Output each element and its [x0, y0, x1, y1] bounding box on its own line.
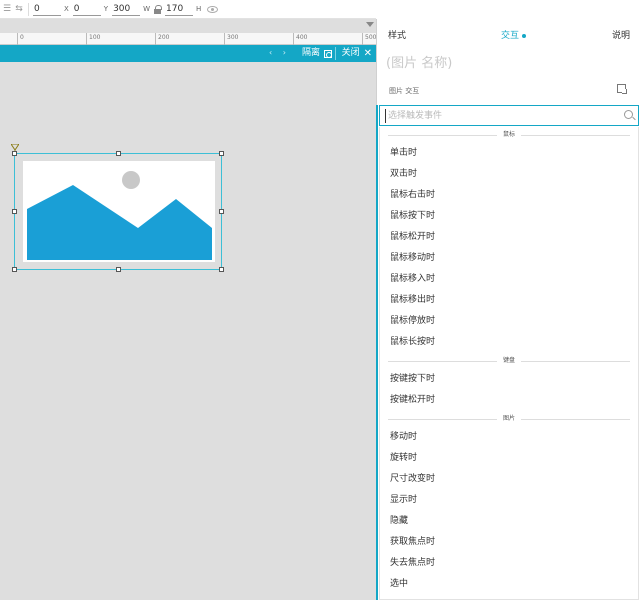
tab-interactions[interactable]: 交互	[501, 28, 527, 41]
event-option[interactable]: 移动时	[380, 427, 638, 448]
event-option[interactable]: 鼠标长按时	[380, 332, 638, 353]
event-search-box	[379, 105, 639, 126]
group-header-mouse: 鼠标	[380, 127, 638, 143]
event-option[interactable]: 鼠标移出时	[380, 290, 638, 311]
group-title: 图片	[496, 415, 521, 422]
group-header-image: 图片	[380, 411, 638, 427]
event-option[interactable]: 鼠标按下时	[380, 206, 638, 227]
toolbar-divider	[28, 2, 29, 16]
visibility-eye-icon[interactable]	[207, 5, 219, 13]
height-dimension: 170 H	[165, 3, 205, 16]
align-icon[interactable]: ☰	[2, 4, 12, 14]
close-icon: ✕	[363, 48, 372, 59]
event-option[interactable]: 鼠标右击时	[380, 185, 638, 206]
resize-handle-sw[interactable]	[12, 267, 17, 272]
horizontal-ruler: 0 100 200 300 400 500	[0, 33, 376, 45]
width-field[interactable]: 300	[112, 3, 141, 16]
group-header-keyboard: 键盘	[380, 353, 638, 369]
isolate-button[interactable]: 隔离	[302, 45, 334, 62]
event-option[interactable]: 隐藏	[380, 511, 638, 532]
event-option[interactable]: 单击时	[380, 143, 638, 164]
event-search-input[interactable]	[385, 109, 615, 123]
interactions-section-label: 图片 交互	[389, 87, 420, 95]
height-label: H	[196, 5, 202, 13]
event-option[interactable]: 鼠标松开时	[380, 227, 638, 248]
tabs-dropdown-icon[interactable]	[366, 22, 374, 27]
state-nav-arrows[interactable]: ‹ ›	[269, 48, 290, 57]
ruler-label: 400	[293, 33, 307, 45]
event-dropdown-list: 鼠标 单击时 双击时 鼠标右击时 鼠标按下时 鼠标松开时 鼠标移动时 鼠标移入时…	[379, 127, 639, 600]
distribute-icon[interactable]: ⇆	[14, 4, 24, 14]
panel-top-strip	[376, 0, 641, 19]
x-field[interactable]: 0	[33, 3, 61, 16]
search-icon[interactable]	[624, 110, 633, 119]
close-label: 关闭	[341, 48, 360, 58]
ruler-label: 300	[224, 33, 238, 45]
tab-style[interactable]: 样式	[388, 28, 406, 41]
state-editing-bar: ‹ › 隔离 关闭 ✕	[0, 45, 376, 62]
event-option[interactable]: 鼠标移入时	[380, 269, 638, 290]
event-option[interactable]: 按键松开时	[380, 390, 638, 411]
event-option[interactable]: 尺寸改变时	[380, 469, 638, 490]
tab-interactions-label: 交互	[501, 31, 520, 41]
y-coordinate: 0 Y	[72, 3, 112, 16]
resize-handle-se[interactable]	[219, 267, 224, 272]
height-field[interactable]: 170	[165, 3, 193, 16]
event-option[interactable]: 双击时	[380, 164, 638, 185]
event-option[interactable]: 鼠标停放时	[380, 311, 638, 332]
y-label: Y	[103, 5, 109, 13]
panel-focus-edge	[376, 105, 378, 600]
state-bar-divider	[335, 47, 336, 60]
event-option[interactable]: 选中	[380, 574, 638, 595]
resize-handle-n[interactable]	[116, 151, 121, 156]
event-option[interactable]: 鼠标移动时	[380, 248, 638, 269]
event-option[interactable]: 显示时	[380, 490, 638, 511]
tab-notes[interactable]: 说明	[612, 28, 630, 41]
group-title: 键盘	[496, 357, 521, 364]
width-label: W	[143, 5, 150, 13]
isolate-label: 隔离	[301, 48, 320, 58]
image-placeholder	[23, 161, 215, 262]
isolate-icon	[324, 49, 332, 58]
resize-handle-w[interactable]	[12, 209, 17, 214]
image-widget[interactable]	[14, 153, 222, 270]
event-option[interactable]: 失去焦点时	[380, 553, 638, 574]
design-canvas[interactable]: 0 100 200 300 400 500 ‹ › 隔离 关闭 ✕	[0, 19, 376, 600]
ruler-label: 100	[86, 33, 100, 45]
widget-name-field[interactable]: (图片 名称)	[386, 52, 452, 71]
group-title: 鼠标	[496, 131, 521, 138]
event-option[interactable]: 旋转时	[380, 448, 638, 469]
lock-aspect-icon[interactable]	[154, 4, 162, 14]
event-option[interactable]: 获取焦点时	[380, 532, 638, 553]
close-state-button[interactable]: 关闭 ✕	[342, 45, 372, 62]
resize-handle-e[interactable]	[219, 209, 224, 214]
ruler-label: 0	[17, 33, 24, 45]
ruler-label: 200	[155, 33, 169, 45]
ruler-label: 500	[362, 33, 376, 45]
page-tabstrip	[0, 19, 376, 33]
image-placeholder-icon	[27, 171, 212, 260]
x-label: X	[64, 5, 69, 13]
active-dot-icon	[522, 33, 527, 38]
x-coordinate: 0 X	[33, 3, 73, 16]
y-field[interactable]: 0	[72, 3, 101, 16]
resize-handle-nw[interactable]	[12, 151, 17, 156]
resize-handle-ne[interactable]	[219, 151, 224, 156]
resize-handle-s[interactable]	[116, 267, 121, 272]
width-dimension: 300 W	[112, 3, 154, 16]
properties-toolbar: ☰ ⇆ 0 X 0 Y 300 W 170 H	[0, 0, 376, 19]
event-option[interactable]: 按键按下时	[380, 369, 638, 390]
interaction-settings-icon[interactable]	[617, 84, 627, 94]
